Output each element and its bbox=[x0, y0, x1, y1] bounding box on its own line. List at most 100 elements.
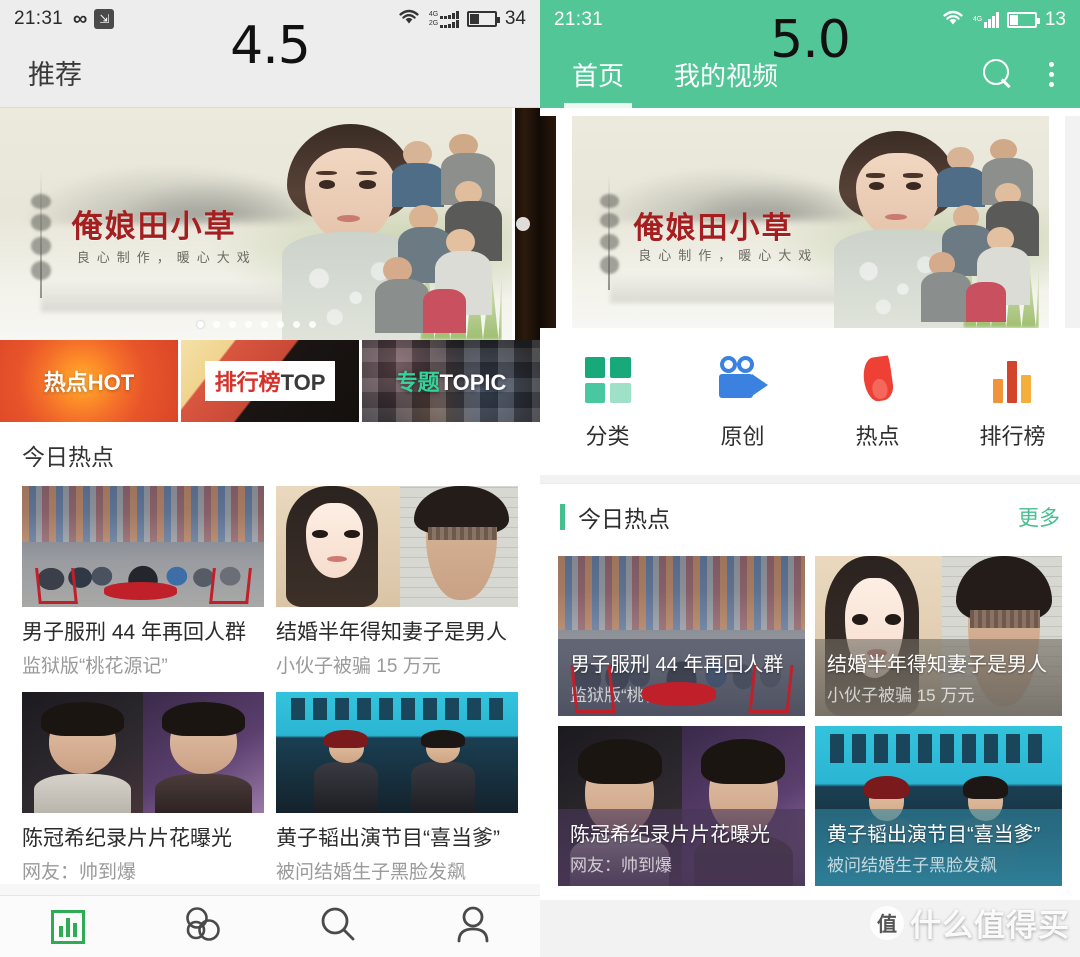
news-title: 陈冠希纪录片片花曝光 bbox=[22, 827, 232, 850]
news-thumbnail[interactable] bbox=[22, 486, 264, 607]
news-subtitle: 被问结婚生子黑脸发飙 bbox=[276, 862, 467, 883]
signal-icon: 4G bbox=[973, 12, 999, 28]
news-caption: 结婚半年得知妻子是男人 小伙子被骗 15 万元 bbox=[815, 639, 1062, 716]
dual-phone-comparison: 4.5 21:31 ∞ ⇲ 4G 2G 34 推荐 俺娘田小草 良心制作，暖心大… bbox=[0, 0, 1080, 957]
tile-topic[interactable]: 专题 TOPIC bbox=[362, 340, 540, 422]
banner-slide-current[interactable]: 俺娘田小草 良心制作，暖心大戏 bbox=[571, 116, 1049, 328]
app-bar-right: 首页 我的视频 bbox=[540, 40, 1080, 108]
tab-my-videos[interactable]: 我的视频 bbox=[666, 40, 786, 108]
quick-action-label: 排行榜 bbox=[979, 424, 1046, 449]
battery-icon bbox=[466, 11, 500, 27]
category-tiles: 热点 HOT 排行榜 TOP 专题 TOPIC bbox=[0, 340, 540, 422]
status-right-icons: 4G 13 bbox=[941, 8, 1066, 32]
search-tab[interactable] bbox=[315, 907, 361, 947]
flame-icon bbox=[852, 354, 904, 406]
status-bar-left: 21:31 ∞ ⇲ 4G 2G 34 bbox=[0, 0, 540, 38]
news-subtitle: 小伙子被骗 15 万元 bbox=[276, 656, 441, 677]
news-thumbnail[interactable] bbox=[22, 692, 264, 813]
news-thumbnail bbox=[558, 556, 805, 716]
banner-cast-art bbox=[913, 139, 1047, 322]
list-item[interactable]: 陈冠希纪录片片花曝光 网友：帅到爆 bbox=[22, 692, 264, 884]
list-item[interactable]: 结婚半年得知妻子是男人 小伙子被骗 15 万元 bbox=[815, 556, 1062, 716]
news-title: 黄子韬出演节目“喜当爹” bbox=[827, 824, 1041, 846]
discover-tab[interactable] bbox=[180, 907, 226, 947]
banner-next-arrow-icon[interactable] bbox=[516, 217, 530, 231]
wifi-icon bbox=[941, 8, 965, 32]
section-title: 今日热点 bbox=[578, 506, 670, 532]
section-more-link[interactable]: 更多 bbox=[1018, 502, 1060, 532]
banner-title: 俺娘田小草 bbox=[633, 210, 794, 246]
banner-title: 俺娘田小草 bbox=[71, 208, 237, 245]
banner-carousel-left[interactable]: 俺娘田小草 良心制作，暖心大戏 bbox=[0, 108, 540, 340]
battery-percent: 13 bbox=[1044, 9, 1066, 30]
tab-home[interactable]: 首页 bbox=[564, 40, 633, 108]
tile-top[interactable]: 排行榜 TOP bbox=[181, 340, 359, 422]
tile-hot-cn: 热点 bbox=[43, 370, 88, 395]
news-title: 结婚半年得知妻子是男人 bbox=[827, 654, 1047, 676]
news-title: 陈冠希纪录片片花曝光 bbox=[570, 824, 770, 846]
section-header-right: 今日热点 更多 bbox=[540, 483, 1080, 546]
section-title: 今日热点 bbox=[22, 444, 114, 470]
page-title: 推荐 bbox=[28, 60, 82, 90]
news-list-right: 男子服刑 44 年再回人群 监狱版“桃花源记” 结婚半年得知妻子是男人 小伙子被… bbox=[540, 546, 1080, 900]
video-camera-icon bbox=[717, 354, 769, 406]
news-thumbnail[interactable] bbox=[276, 486, 518, 607]
banner-slide-current[interactable]: 俺娘田小草 良心制作，暖心大戏 bbox=[0, 108, 512, 340]
phone-screenshot-right: 5.0 21:31 4G 13 首页 我的视频 俺娘田小草 良心制作，暖心大戏 … bbox=[540, 0, 1080, 957]
tile-topic-cn: 专题 bbox=[395, 370, 440, 395]
list-item[interactable]: 黄子韬出演节目“喜当爹” 被问结婚生子黑脸发飙 bbox=[276, 692, 518, 884]
banner-slide-prev[interactable] bbox=[540, 116, 556, 328]
search-icon[interactable] bbox=[983, 59, 1013, 89]
banner-slide-next[interactable] bbox=[512, 108, 540, 340]
bottom-tab-bar-left bbox=[0, 895, 540, 957]
phone-screenshot-left: 4.5 21:31 ∞ ⇲ 4G 2G 34 推荐 俺娘田小草 良心制作，暖心大… bbox=[0, 0, 540, 957]
status-time: 21:31 bbox=[14, 8, 64, 29]
news-title: 结婚半年得知妻子是男人 bbox=[276, 621, 507, 644]
banner-tree-art bbox=[28, 170, 54, 299]
news-subtitle: 网友：帅到爆 bbox=[22, 862, 137, 883]
list-item[interactable]: 陈冠希纪录片片花曝光 网友：帅到爆 bbox=[558, 726, 805, 886]
site-watermark: 值 什么值得买 bbox=[870, 900, 1070, 945]
title-bar-left: 推荐 bbox=[0, 38, 540, 108]
news-subtitle: 网友：帅到爆 bbox=[570, 856, 672, 875]
banner-cast-art bbox=[366, 133, 509, 334]
three-circles-icon bbox=[182, 905, 224, 948]
watermark-text: 什么值得买 bbox=[910, 908, 1070, 943]
search-icon bbox=[319, 905, 357, 948]
tile-topic-en: TOPIC bbox=[439, 370, 507, 395]
list-item[interactable]: 男子服刑 44 年再回人群 监狱版“桃花源记” bbox=[558, 556, 805, 716]
quick-action-hot[interactable]: 热点 bbox=[810, 354, 945, 451]
battery-icon bbox=[1006, 12, 1040, 28]
share-badge-icon: ⇲ bbox=[94, 9, 115, 29]
list-item[interactable]: 黄子韬出演节目“喜当爹” 被问结婚生子黑脸发飙 bbox=[815, 726, 1062, 886]
banner-subtitle: 良心制作，暖心大戏 bbox=[638, 248, 819, 264]
list-item[interactable]: 男子服刑 44 年再回人群 监狱版“桃花源记” bbox=[22, 486, 264, 678]
news-list-left: 男子服刑 44 年再回人群 监狱版“桃花源记” 结婚半年得知妻子是男人 小伙子被… bbox=[0, 472, 540, 884]
quick-action-row: 分类 原创 热点 排行榜 bbox=[540, 338, 1080, 475]
tile-hot[interactable]: 热点 HOT bbox=[0, 340, 178, 422]
banner-subtitle: 良心制作，暖心大戏 bbox=[76, 250, 257, 266]
banner-carousel-right[interactable]: 俺娘田小草 良心制作，暖心大戏 bbox=[540, 108, 1080, 338]
banner-tree-art bbox=[598, 173, 622, 290]
signal-4g-label: 4G bbox=[972, 16, 983, 23]
quick-action-category[interactable]: 分类 bbox=[540, 354, 675, 451]
news-thumbnail[interactable] bbox=[276, 692, 518, 813]
kebab-menu-icon[interactable] bbox=[1041, 60, 1062, 89]
rank-tab[interactable] bbox=[45, 907, 91, 947]
news-caption: 陈冠希纪录片片花曝光 网友：帅到爆 bbox=[558, 809, 805, 886]
banner-slide-next[interactable] bbox=[1064, 116, 1080, 328]
section-accent-bar bbox=[560, 504, 565, 530]
watermark-logo-icon: 值 bbox=[870, 905, 904, 940]
quick-action-label: 原创 bbox=[720, 424, 765, 449]
tile-top-en: TOP bbox=[280, 370, 326, 395]
profile-tab[interactable] bbox=[450, 906, 496, 947]
quick-action-original[interactable]: 原创 bbox=[675, 354, 810, 451]
section-header-left: 今日热点 bbox=[0, 422, 540, 472]
quick-action-ranking[interactable]: 排行榜 bbox=[945, 354, 1080, 451]
status-bar-right: 21:31 4G 13 bbox=[540, 0, 1080, 40]
list-item[interactable]: 结婚半年得知妻子是男人 小伙子被骗 15 万元 bbox=[276, 486, 518, 678]
banner-page-dots[interactable] bbox=[0, 321, 512, 328]
news-title: 男子服刑 44 年再回人群 bbox=[22, 621, 247, 644]
quick-action-label: 分类 bbox=[585, 424, 630, 449]
news-subtitle: 监狱版“桃花源记” bbox=[22, 656, 168, 677]
